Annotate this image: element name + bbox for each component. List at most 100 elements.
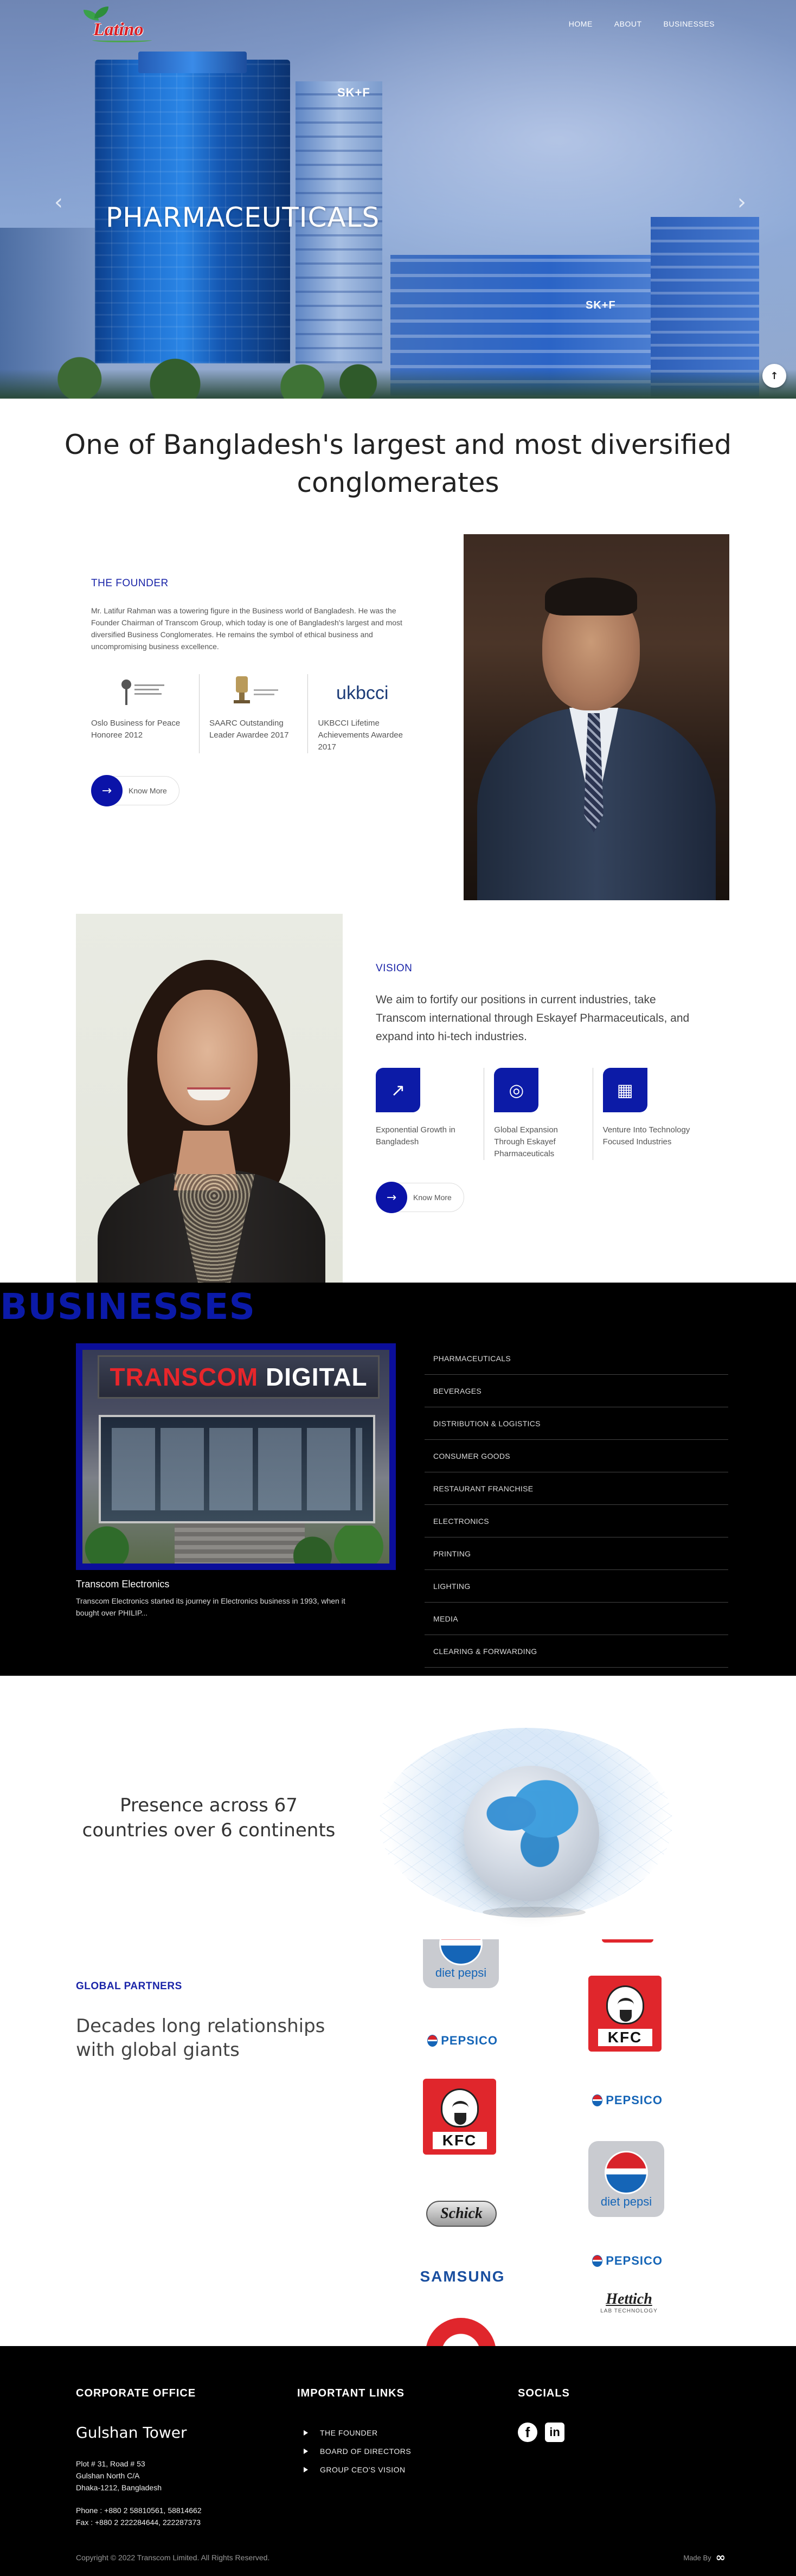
partners-section: GLOBAL PARTNERS Decades long relationshi… xyxy=(0,1939,796,2346)
business-item-consumer-goods[interactable]: CONSUMER GOODS xyxy=(425,1440,728,1472)
footer-fax: Fax : +880 2 222284644, 222287373 xyxy=(76,2518,201,2527)
pepsi-globe-icon xyxy=(592,2094,603,2106)
kfc-text: KFC xyxy=(432,2132,487,2149)
award-caption: SAARC Outstanding Leader Awardee 2017 xyxy=(209,719,289,740)
business-item-lighting[interactable]: LIGHTING xyxy=(425,1570,728,1603)
business-item-clearing[interactable]: CLEARING & FORWARDING xyxy=(425,1635,728,1668)
storefront-sign: TRANSCOM DIGITAL xyxy=(98,1355,380,1399)
business-featured-description: Transcom Electronics started its journey… xyxy=(76,1597,345,1617)
business-item-electronics[interactable]: ELECTRONICS xyxy=(425,1505,728,1537)
linkedin-icon[interactable]: in xyxy=(545,2423,564,2442)
samsung-text: SAMSUNG xyxy=(420,2268,505,2285)
photo-smile xyxy=(187,1087,230,1100)
storefront-window xyxy=(99,1415,375,1523)
nav-businesses[interactable]: BUSINESSES xyxy=(664,20,715,28)
pepsi-globe-icon xyxy=(605,2151,648,2194)
footer-phone: Phone : +880 2 58810561, 58814662 xyxy=(76,2506,202,2515)
goal-caption: Global Expansion Through Eskayef Pharmac… xyxy=(494,1125,558,1158)
carousel-prev-icon[interactable]: ‹ xyxy=(54,190,63,215)
footer-address: Plot # 31, Road # 53 Gulshan North C/A D… xyxy=(76,2458,202,2494)
pepsi-globe-icon xyxy=(439,1939,483,1965)
made-by-label: Made By xyxy=(683,2554,711,2562)
address-line: Plot # 31, Road # 53 xyxy=(76,2459,145,2468)
business-for-peace-logo-icon xyxy=(91,674,189,712)
founder-know-more-button[interactable]: → Know More xyxy=(91,775,416,806)
footer-link-label[interactable]: BOARD OF DIRECTORS xyxy=(320,2442,411,2460)
hero-sign-secondary: SK+F xyxy=(586,299,616,311)
business-featured-title: Transcom Electronics xyxy=(76,1579,170,1590)
nav-home[interactable]: HOME xyxy=(569,20,593,28)
business-item-media[interactable]: MEDIA xyxy=(425,1603,728,1635)
storefront-plants xyxy=(82,1526,389,1563)
hero-banner: SK+F SK+F Latino HOME ABOUT BUSINESSES ‹… xyxy=(0,0,796,399)
facebook-icon[interactable]: f xyxy=(518,2423,537,2442)
pepsico-text: PEPSICO xyxy=(606,2093,663,2107)
partners-text: GLOBAL PARTNERS Decades long relationshi… xyxy=(76,1981,358,2062)
chip-icon: ▦ xyxy=(602,1068,647,1112)
agency-logo-icon[interactable]: ∞ xyxy=(716,2551,726,2565)
colonel-face-icon xyxy=(440,2088,479,2128)
hettich-subtitle: LAB TECHNOLOGY xyxy=(600,2308,658,2314)
ukbcci-logo-text: ukbcci xyxy=(336,682,389,703)
founder-text: THE FOUNDER Mr. Latifur Rahman was a tow… xyxy=(91,578,416,806)
copyright: Copyright © 2022 Transcom Limited. All R… xyxy=(76,2553,270,2562)
brand-logo[interactable]: Latino xyxy=(81,7,157,43)
footer-link-label[interactable]: THE FOUNDER xyxy=(320,2424,378,2442)
ukbcci-logo-icon: ukbcci xyxy=(318,674,407,712)
goal-item: ◎ Global Expansion Through Eskayef Pharm… xyxy=(484,1068,592,1160)
pepsico-text: PEPSICO xyxy=(441,2034,498,2047)
top-navigation: Latino HOME ABOUT BUSINESSES xyxy=(0,0,796,49)
photo-face xyxy=(157,990,258,1125)
hero-tower-crown xyxy=(138,52,247,73)
award-item: ukbcci UKBCCI Lifetime Achievements Awar… xyxy=(307,674,416,753)
hero-trees xyxy=(0,350,796,399)
saarc-award-logo-icon xyxy=(209,674,298,712)
kfc-logo: KFC xyxy=(588,1976,662,2052)
diet-pepsi-text: diet pepsi xyxy=(600,2195,652,2208)
nav-links: HOME ABOUT BUSINESSES xyxy=(569,20,715,28)
award-caption: UKBCCI Lifetime Achievements Awardee 201… xyxy=(318,719,403,752)
founder-photo xyxy=(464,534,729,900)
hettich-logo: Hettich LAB TECHNOLOGY xyxy=(588,2291,670,2314)
business-item-distribution[interactable]: DISTRIBUTION & LOGISTICS xyxy=(425,1407,728,1440)
presence-text: Presence across 67 countries over 6 cont… xyxy=(82,1795,336,1841)
footer-links-heading: IMPORTANT LINKS xyxy=(297,2387,405,2399)
vision-statement: We aim to fortify our positions in curre… xyxy=(376,994,690,1043)
award-item: SAARC Outstanding Leader Awardee 2017 xyxy=(198,674,308,753)
footer-link-board[interactable]: BOARD OF DIRECTORS xyxy=(297,2442,411,2460)
kfc-logo: KFC xyxy=(423,2079,496,2155)
samsung-logo: SAMSUNG xyxy=(420,2268,505,2285)
arrow-right-icon[interactable]: → xyxy=(376,1182,407,1213)
globe-illustration xyxy=(380,1728,672,1918)
sign-suffix: DIGITAL xyxy=(258,1363,368,1391)
partners-heading: Decades long relationships with global g… xyxy=(76,2015,325,2061)
award-item: Oslo Business for Peace Honoree 2012 xyxy=(91,674,199,753)
diet-pepsi-logo: diet pepsi xyxy=(423,1939,499,1988)
business-item-pharmaceuticals[interactable]: PHARMACEUTICALS xyxy=(425,1342,728,1375)
nav-about[interactable]: ABOUT xyxy=(614,20,642,28)
business-featured-image[interactable]: TRANSCOM DIGITAL xyxy=(76,1343,396,1570)
schick-text: Schick xyxy=(440,2205,483,2222)
footer-link-founder[interactable]: THE FOUNDER xyxy=(297,2424,411,2442)
businesses-section: BUSINESSES TRANSCOM DIGITAL Transcom Ele… xyxy=(0,1283,796,1676)
carousel-next-icon[interactable]: › xyxy=(737,190,746,215)
made-by[interactable]: Made By ∞ xyxy=(683,2551,726,2565)
scroll-top-button[interactable]: ↑ xyxy=(762,364,786,388)
logo-leaf-icon xyxy=(94,7,108,18)
footer-link-label[interactable]: GROUP CEO'S VISION xyxy=(320,2460,406,2479)
business-item-beverages[interactable]: BEVERAGES xyxy=(425,1375,728,1407)
pepsico-logo: PEPSICO xyxy=(427,2034,498,2048)
footer-link-ceo-vision[interactable]: GROUP CEO'S VISION xyxy=(297,2460,411,2479)
triangle-right-icon xyxy=(304,2467,308,2472)
address-line: Gulshan North C/A xyxy=(76,2471,140,2480)
hero-sign: SK+F xyxy=(337,86,370,99)
logo-swoosh xyxy=(92,38,152,42)
pepsi-globe-icon xyxy=(592,2255,603,2267)
footer-office: CORPORATE OFFICE Gulshan Tower Plot # 31… xyxy=(76,2387,202,2528)
footer: CORPORATE OFFICE Gulshan Tower Plot # 31… xyxy=(0,2346,796,2576)
business-item-restaurant[interactable]: RESTAURANT FRANCHISE xyxy=(425,1472,728,1505)
growth-chart-icon: ↗ xyxy=(376,1068,420,1112)
business-item-printing[interactable]: PRINTING xyxy=(425,1537,728,1570)
arrow-right-icon[interactable]: → xyxy=(91,775,123,806)
vision-know-more-button[interactable]: → Know More xyxy=(376,1182,701,1213)
